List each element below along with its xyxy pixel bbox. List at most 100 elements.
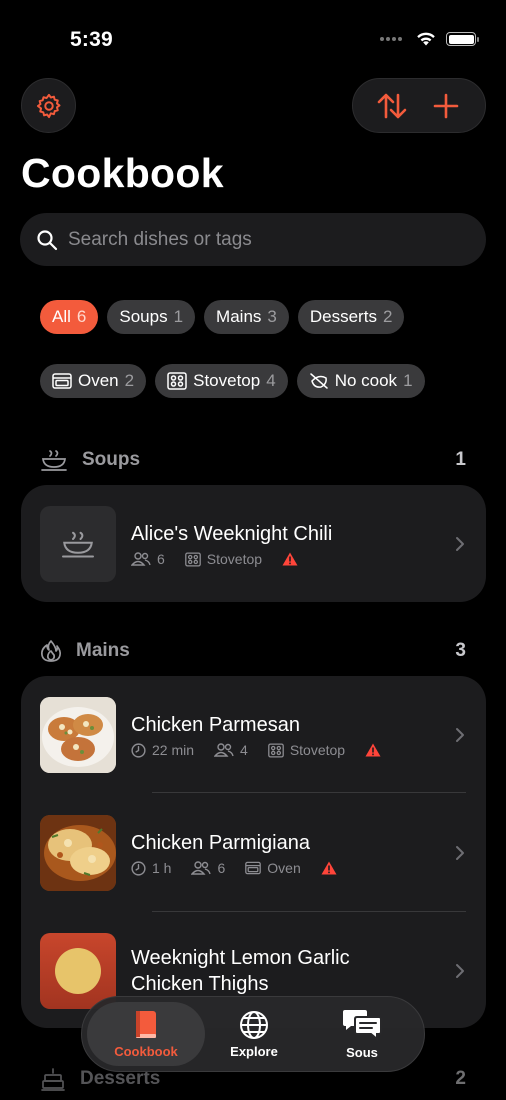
stovetop-icon bbox=[184, 551, 201, 567]
servings-icon bbox=[131, 552, 151, 566]
recipe-meta: 1 h 6 Oven bbox=[131, 860, 446, 876]
status-icons bbox=[380, 31, 479, 47]
servings-icon bbox=[191, 861, 212, 875]
servings-count: 6 bbox=[217, 860, 226, 876]
chip-no-cook[interactable]: No cook 1 bbox=[296, 364, 425, 398]
cook-method: Stovetop bbox=[206, 551, 263, 567]
status-time: 5:39 bbox=[70, 28, 113, 51]
cook-method: Stovetop bbox=[289, 742, 346, 758]
servings-count: 6 bbox=[157, 551, 165, 567]
search-input[interactable]: Search dishes or tags bbox=[20, 213, 486, 266]
warning-icon bbox=[321, 861, 337, 875]
sort-arrows-icon bbox=[377, 93, 407, 118]
flame-icon bbox=[41, 640, 62, 662]
chevron-right-icon bbox=[456, 964, 464, 978]
clock-icon bbox=[131, 860, 146, 876]
soups-card: Alice's Weeknight Chili 6 Stovetop bbox=[21, 485, 486, 602]
chip-count: 2 bbox=[382, 307, 393, 326]
chip-soups[interactable]: Soups 1 bbox=[107, 300, 196, 334]
recipe-name: Chicken Parmesan bbox=[131, 714, 300, 736]
cook-time: 22 min bbox=[152, 742, 195, 758]
recipe-row[interactable]: Chicken Parmigiana 1 h 6 Oven bbox=[40, 814, 466, 892]
chip-count: 1 bbox=[403, 371, 413, 390]
chevron-right-icon bbox=[456, 537, 464, 551]
section-title: Mains bbox=[76, 640, 130, 661]
chip-count: 2 bbox=[124, 371, 135, 390]
mains-card: Chicken Parmesan 22 min 4 Stovetop Chick… bbox=[21, 676, 486, 1028]
sort-button[interactable] bbox=[370, 84, 414, 128]
chip-count: 1 bbox=[173, 307, 184, 326]
chevron-right-icon bbox=[456, 846, 464, 860]
search-placeholder: Search dishes or tags bbox=[68, 228, 252, 250]
tab-label: Sous bbox=[346, 1044, 378, 1060]
section-header-mains: Mains 3 bbox=[40, 639, 466, 663]
chip-mains[interactable]: Mains 3 bbox=[204, 300, 289, 334]
no-cook-icon bbox=[309, 373, 328, 389]
servings-icon bbox=[214, 743, 234, 757]
stovetop-icon bbox=[267, 742, 284, 758]
soup-bowl-icon bbox=[62, 531, 94, 558]
stovetop-icon bbox=[167, 372, 187, 390]
chip-label: No cook bbox=[334, 371, 398, 390]
servings-count: 4 bbox=[240, 742, 248, 758]
section-count: 2 bbox=[455, 1068, 466, 1089]
chip-label: Soups bbox=[119, 307, 168, 326]
recipe-name-line2: Chicken Thighs bbox=[131, 973, 269, 995]
chip-count: 6 bbox=[76, 307, 87, 326]
section-header-soups: Soups 1 bbox=[40, 448, 466, 472]
settings-button[interactable] bbox=[21, 78, 76, 133]
chip-label: Stovetop bbox=[193, 371, 261, 390]
tab-label: Cookbook bbox=[114, 1043, 178, 1059]
cook-method: Oven bbox=[267, 860, 301, 876]
plus-icon bbox=[433, 93, 459, 118]
warning-icon bbox=[365, 743, 381, 757]
cake-icon bbox=[41, 1068, 65, 1091]
recipe-photo bbox=[40, 697, 116, 773]
tab-cookbook[interactable]: Cookbook bbox=[87, 1002, 205, 1066]
section-title: Soups bbox=[82, 449, 141, 470]
chip-stovetop[interactable]: Stovetop 4 bbox=[155, 364, 288, 398]
recipe-meta: 6 Stovetop bbox=[131, 551, 446, 567]
recipe-meta: 22 min 4 Stovetop bbox=[131, 742, 446, 758]
add-recipe-button[interactable] bbox=[424, 84, 468, 128]
chip-count: 3 bbox=[267, 307, 277, 326]
chip-oven[interactable]: Oven 2 bbox=[40, 364, 147, 398]
tab-label: Explore bbox=[230, 1043, 278, 1059]
soup-bowl-icon bbox=[41, 450, 67, 471]
category-filter-row: All 6 Soups 1 Mains 3 Desserts 2 bbox=[40, 300, 405, 334]
globe-icon bbox=[240, 1010, 268, 1039]
oven-icon bbox=[245, 861, 262, 875]
wifi-icon bbox=[417, 32, 435, 46]
recipe-row[interactable]: Chicken Parmesan 22 min 4 Stovetop bbox=[40, 696, 466, 774]
method-filter-row: Oven 2 Stovetop 4 No cook 1 bbox=[40, 364, 425, 398]
tab-sous[interactable]: Sous bbox=[303, 1002, 421, 1066]
recipe-name-line1: Weeknight Lemon Garlic bbox=[131, 947, 350, 969]
cellular-icon bbox=[380, 37, 402, 41]
recipe-photo bbox=[40, 815, 116, 891]
chip-label: Desserts bbox=[309, 307, 377, 326]
chat-bubbles-icon bbox=[343, 1009, 382, 1041]
chip-all[interactable]: All 6 bbox=[40, 300, 99, 334]
battery-icon bbox=[446, 32, 479, 46]
chip-desserts[interactable]: Desserts 2 bbox=[297, 300, 405, 334]
chip-label: Oven bbox=[78, 371, 119, 390]
chip-count: 4 bbox=[266, 371, 276, 390]
recipe-thumbnail-placeholder bbox=[40, 506, 116, 582]
search-icon bbox=[37, 229, 58, 250]
section-count: 1 bbox=[455, 449, 466, 470]
oven-icon bbox=[52, 373, 72, 389]
chicken-parmigiana-photo bbox=[40, 815, 116, 891]
warning-icon bbox=[282, 552, 298, 566]
tab-explore[interactable]: Explore bbox=[195, 1002, 313, 1066]
tab-bar: Cookbook Explore Sous bbox=[81, 996, 425, 1072]
recipe-name: Alice's Weeknight Chili bbox=[131, 523, 333, 545]
row-divider bbox=[152, 911, 466, 912]
section-count: 3 bbox=[455, 640, 466, 661]
recipe-row[interactable]: Alice's Weeknight Chili 6 Stovetop bbox=[40, 505, 466, 583]
gear-icon bbox=[36, 93, 60, 118]
cook-time: 1 h bbox=[152, 860, 172, 876]
recipe-name: Chicken Parmigiana bbox=[131, 832, 310, 854]
chip-label: Mains bbox=[216, 307, 262, 326]
page-title: Cookbook bbox=[21, 150, 224, 196]
chevron-right-icon bbox=[456, 728, 464, 742]
